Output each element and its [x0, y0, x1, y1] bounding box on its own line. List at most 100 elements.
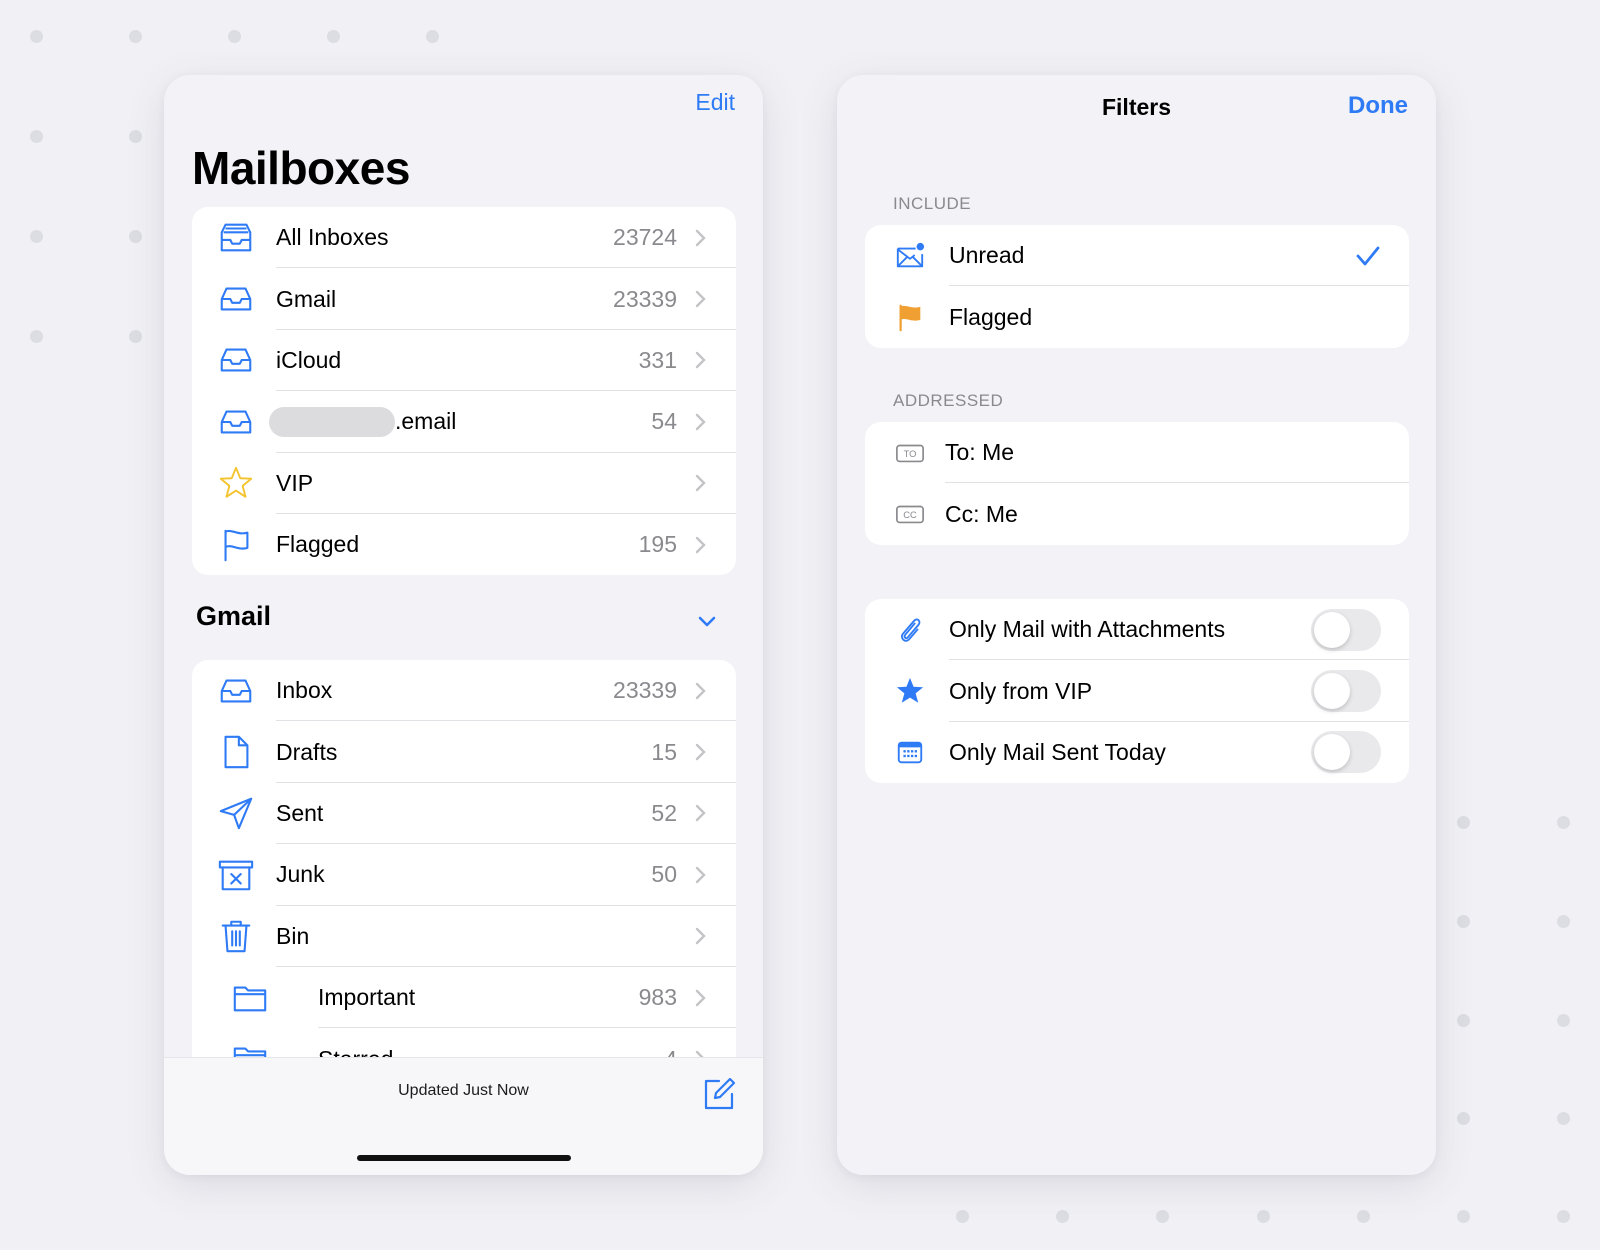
folder-row-bin[interactable]: Bin — [192, 906, 736, 967]
inbox-icon — [216, 279, 256, 319]
folder-row-junk[interactable]: Junk 50 — [192, 844, 736, 906]
paperclip-icon — [893, 613, 927, 647]
inbox-icon — [216, 340, 256, 380]
mailbox-label: iCloud — [276, 346, 342, 373]
folder-row-inbox[interactable]: Inbox 23339 — [192, 660, 736, 722]
mailbox-row-gmail[interactable]: Gmail 23339 — [192, 268, 736, 330]
mailboxes-panel: Edit Mailboxes All Inboxes 23724 Gmail 2… — [164, 75, 763, 1175]
inbox-icon — [216, 402, 256, 442]
flag-icon — [893, 300, 927, 334]
mailbox-row-vip[interactable]: VIP — [192, 453, 736, 514]
filter-row-cc-me[interactable]: CC Cc: Me — [865, 483, 1409, 544]
folder-count: 23339 — [613, 677, 677, 704]
filter-label: Only Mail with Attachments — [949, 616, 1226, 643]
calendar-icon — [893, 735, 927, 769]
folder-count: 983 — [638, 984, 677, 1011]
filter-label: Only from VIP — [949, 677, 1093, 704]
folder-row-sent[interactable]: Sent 52 — [192, 783, 736, 845]
account-section-title: Gmail — [196, 601, 272, 631]
folder-label: Junk — [276, 861, 325, 888]
chevron-right-icon — [695, 989, 706, 1006]
star-icon — [893, 674, 927, 708]
chevron-right-icon — [695, 352, 706, 369]
status-text: Updated Just Now — [398, 1082, 529, 1099]
filter-label: Only Mail Sent Today — [949, 738, 1166, 765]
chevron-right-icon — [695, 475, 706, 492]
filter-label: Unread — [949, 242, 1025, 269]
mailbox-count: 23724 — [613, 224, 677, 251]
chevron-right-icon — [695, 928, 706, 945]
to-badge-icon: TO — [893, 436, 927, 470]
mailbox-row-all-inboxes[interactable]: All Inboxes 23724 — [192, 207, 736, 269]
folder-label: Drafts — [276, 738, 338, 765]
chevron-right-icon — [695, 866, 706, 884]
folder-label: Inbox — [276, 677, 333, 704]
chevron-right-icon — [695, 743, 706, 761]
include-list: Unread Flagged — [865, 225, 1409, 348]
trash-icon — [216, 916, 256, 956]
folder-count: 50 — [651, 861, 677, 888]
folder-row-drafts[interactable]: Drafts 15 — [192, 721, 736, 783]
cc-badge-icon: CC — [893, 497, 927, 531]
vip-toggle[interactable] — [1311, 670, 1381, 713]
mailbox-row-email-account[interactable]: .email 54 — [192, 391, 736, 453]
to-badge-text: TO — [904, 449, 917, 459]
flag-icon — [216, 525, 256, 565]
mailbox-row-flagged[interactable]: Flagged 195 — [192, 514, 736, 575]
chevron-right-icon — [695, 536, 706, 553]
mailbox-count: 54 — [651, 408, 677, 435]
compose-button[interactable] — [701, 1076, 737, 1112]
chevron-right-icon — [695, 413, 706, 431]
filter-row-unread[interactable]: Unread — [865, 225, 1409, 287]
filter-row-attachments: Only Mail with Attachments — [865, 599, 1409, 661]
mailbox-count: 331 — [638, 346, 677, 373]
checkmark-icon — [1356, 246, 1380, 266]
page-title: Mailboxes — [192, 142, 410, 194]
document-icon — [216, 732, 256, 772]
filter-row-sent-today: Only Mail Sent Today — [865, 722, 1409, 783]
toggle-list: Only Mail with Attachments Only from VIP — [865, 599, 1409, 784]
chevron-right-icon — [695, 290, 706, 308]
filters-panel: Filters Done INCLUDE Unread Flagged ADDR… — [837, 75, 1436, 1175]
folder-label: Sent — [276, 799, 324, 826]
star-icon — [216, 463, 256, 503]
folder-label: Important — [318, 984, 416, 1011]
filter-label: Cc: Me — [945, 500, 1018, 527]
mailbox-label: All Inboxes — [276, 224, 389, 251]
folder-count: 15 — [651, 738, 677, 765]
folder-count: 52 — [651, 799, 677, 826]
filter-row-to-me[interactable]: TO To: Me — [865, 422, 1409, 484]
chevron-right-icon — [695, 682, 706, 699]
mailboxes-list: All Inboxes 23724 Gmail 23339 iCloud 331… — [192, 207, 736, 576]
mailbox-label: .email — [395, 408, 457, 435]
unread-envelope-icon — [893, 239, 927, 273]
done-button[interactable]: Done — [1348, 92, 1408, 120]
bottom-toolbar: Updated Just Now — [164, 1057, 763, 1175]
mailbox-count: 195 — [638, 531, 677, 558]
filter-row-flagged[interactable]: Flagged — [865, 286, 1409, 347]
chevron-right-icon — [695, 229, 706, 246]
mailbox-label: Gmail — [276, 285, 337, 312]
attachments-toggle[interactable] — [1311, 608, 1381, 651]
folder-label: Bin — [276, 922, 310, 949]
all-inboxes-icon — [216, 218, 256, 258]
sheet-title: Filters — [1101, 94, 1172, 120]
folder-icon — [230, 978, 270, 1018]
compose-icon — [704, 1077, 736, 1110]
mailbox-count: 23339 — [613, 285, 677, 312]
junk-bin-icon — [216, 855, 256, 895]
paper-plane-icon — [216, 793, 256, 833]
gmail-folder-list: Inbox 23339 Drafts 15 Sent 52 Junk 50 Bi… — [192, 660, 736, 1080]
mailbox-row-icloud[interactable]: iCloud 331 — [192, 330, 736, 392]
cc-badge-text: CC — [903, 510, 917, 520]
addressed-list: TO To: Me CC Cc: Me — [865, 422, 1409, 545]
filter-label: To: Me — [945, 439, 1015, 466]
home-indicator — [357, 1155, 571, 1161]
chevron-down-icon[interactable] — [697, 615, 717, 629]
folder-row-important[interactable]: Important 983 — [192, 967, 736, 1029]
chevron-right-icon — [695, 805, 706, 822]
section-header-include: INCLUDE — [893, 194, 972, 213]
section-header-addressed: ADDRESSED — [893, 391, 1004, 410]
sent-today-toggle[interactable] — [1311, 731, 1381, 774]
edit-button[interactable]: Edit — [695, 89, 735, 116]
